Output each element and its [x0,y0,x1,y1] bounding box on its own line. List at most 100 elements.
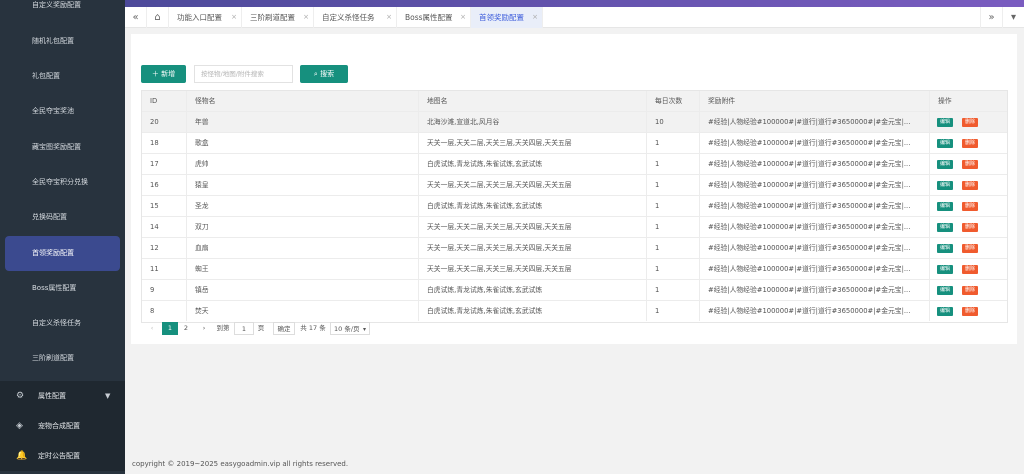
tab-kill-task[interactable]: 自定义杀怪任务 × [314,7,397,28]
diamond-icon: ◈ [16,421,23,431]
cell-count: 1 [646,259,699,279]
tab-function-entry[interactable]: 功能入口配置 × [169,7,242,28]
edit-button[interactable]: 编辑 [937,223,953,232]
cell-count: 1 [646,238,699,258]
table-row: 17 虎帅 白虎试炼,青龙试炼,朱雀试炼,玄武试炼 1 #经验|人物经验#100000#… [142,154,1007,175]
cell-name: 歌盒 [186,133,418,153]
table-row: 16 猿皇 天关一层,天关二层,天关三层,天关四层,天关五层 1 #经验|人物经验#10… [142,175,1007,196]
home-icon[interactable]: ⌂ [147,7,169,28]
edit-button[interactable]: 编辑 [937,160,953,169]
tabs-prev-icon[interactable]: « [125,7,147,28]
cell-attachment: #经验|人物经验#100000#|#道行|道行#3650000#|#金元宝|..… [699,112,929,132]
caret-down-icon: ▼ [105,392,111,400]
close-icon[interactable]: × [532,7,538,28]
cell-map: 天关一层,天关二层,天关三层,天关四层,天关五层 [418,259,646,279]
cell-attachment: #经验|人物经验#100000#|#道行|道行#3650000#|#金元宝|..… [699,238,929,258]
top-banner [125,0,1024,7]
table-row: 15 圣龙 白虎试炼,青龙试炼,朱雀试炼,玄武试炼 1 #经验|人物经验#100000#… [142,196,1007,217]
search-button[interactable]: ⌕ 搜索 [300,65,348,83]
delete-button[interactable]: 删除 [962,202,978,211]
delete-button[interactable]: 删除 [962,307,978,316]
sidebar-item-treasure-map[interactable]: 藏宝图奖励配置 [0,130,125,165]
search-input[interactable]: 按怪物/地图/附件搜索 [194,65,293,83]
edit-button[interactable]: 编辑 [937,265,953,274]
tab-label: 三阶刷道配置 [250,13,295,22]
sidebar: 自定义奖励配置 随机礼包配置 礼包配置 全民夺宝奖池 藏宝图奖励配置 全民夺宝积… [0,0,125,474]
data-table: ID 怪物名 地图名 每日次数 奖励附件 操作 20 年兽 北海沙滩,宣道北,风月谷… [141,90,1008,323]
close-icon[interactable]: × [303,7,309,28]
cell-attachment: #经验|人物经验#100000#|#道行|道行#3650000#|#金元宝|..… [699,301,929,321]
sidebar-item-treasure-pool[interactable]: 全民夺宝奖池 [0,94,125,129]
sidebar-item-points-exchange[interactable]: 全民夺宝积分兑换 [0,165,125,200]
delete-button[interactable]: 删除 [962,223,978,232]
sidebar-item-kill-task[interactable]: 自定义杀怪任务 [0,306,125,341]
edit-button[interactable]: 编辑 [937,286,953,295]
page-size-select[interactable]: 10 条/页 ▾ [330,322,370,335]
sidebar-item-gift[interactable]: 礼包配置 [0,59,125,94]
goto-input[interactable]: 1 [234,322,254,335]
cell-id: 11 [150,265,159,273]
edit-button[interactable]: 编辑 [937,181,953,190]
tab-boss-reward[interactable]: 首领奖励配置 × [471,7,543,28]
prev-page-icon[interactable]: ‹ [145,322,159,335]
sidebar-group-label: 宠物合成配置 [38,422,80,430]
edit-button[interactable]: 编辑 [937,139,953,148]
sidebar-group-attr[interactable]: ⚙ 属性配置 ▼ [0,381,125,411]
header-attachment: 奖励附件 [699,91,929,111]
cell-id: 17 [150,160,159,168]
header-name: 怪物名 [186,91,418,111]
sidebar-item-tier3[interactable]: 三阶刷道配置 [0,341,125,376]
cell-map: 白虎试炼,青龙试炼,朱雀试炼,玄武试炼 [418,301,646,321]
delete-button[interactable]: 删除 [962,244,978,253]
tab-boss-attr[interactable]: Boss属性配置 × [397,7,471,28]
cell-id: 9 [150,286,155,294]
page-2[interactable]: 2 [178,322,194,335]
close-icon[interactable]: × [386,7,392,28]
cell-ops: 编辑 删除 [929,133,1009,153]
cell-map: 白虎试炼,青龙试炼,朱雀试炼,玄武试炼 [418,196,646,216]
cell-ops: 编辑 删除 [929,196,1009,216]
table-row: 20 年兽 北海沙滩,宣道北,风月谷 10 #经验|人物经验#100000#|#道行|道… [142,112,1007,133]
cell-map: 天关一层,天关二层,天关三层,天关四层,天关五层 [418,238,646,258]
delete-button[interactable]: 删除 [962,160,978,169]
delete-button[interactable]: 删除 [962,265,978,274]
edit-button[interactable]: 编辑 [937,307,953,316]
sidebar-item-boss-attr[interactable]: Boss属性配置 [0,271,125,306]
add-button[interactable]: ＋ 新增 [141,65,186,83]
tab-tier3[interactable]: 三阶刷道配置 × [242,7,314,28]
sidebar-item-random-gift[interactable]: 随机礼包配置 [0,24,125,59]
goto-confirm-button[interactable]: 确定 [273,322,295,335]
cell-name: 蜘王 [186,259,418,279]
delete-button[interactable]: 删除 [962,118,978,127]
cell-attachment: #经验|人物经验#100000#|#道行|道行#3650000#|#金元宝|..… [699,133,929,153]
edit-button[interactable]: 编辑 [937,202,953,211]
cell-name: 圣龙 [186,196,418,216]
sidebar-item-boss-reward[interactable]: 首领奖励配置 [5,236,120,271]
sidebar-group-pet[interactable]: ◈ 宠物合成配置 [0,411,125,441]
header-map: 地图名 [418,91,646,111]
bell-icon: 🔔 [16,451,28,461]
delete-button[interactable]: 删除 [962,286,978,295]
tabs-next-icon[interactable]: » [980,7,1002,28]
header-ops: 操作 [929,91,1009,111]
cell-name: 焚天 [186,301,418,321]
sidebar-item-custom-reward[interactable]: 自定义奖励配置 [0,0,125,23]
tabs-menu-icon[interactable]: ▾ [1002,7,1024,28]
sidebar-item-redeem-code[interactable]: 兑换码配置 [0,200,125,235]
edit-button[interactable]: 编辑 [937,118,953,127]
edit-button[interactable]: 编辑 [937,244,953,253]
cell-attachment: #经验|人物经验#100000#|#道行|道行#3650000#|#金元宝|..… [699,196,929,216]
pagination: ‹ 1 2 › 到第 1 页 确定 共 17 条 10 条/页 ▾ [141,321,741,336]
next-page-icon[interactable]: › [197,322,211,335]
delete-button[interactable]: 删除 [962,181,978,190]
close-icon[interactable]: × [231,7,237,28]
page-1[interactable]: 1 [162,322,178,335]
cell-name: 年兽 [186,112,418,132]
cell-id: 20 [150,118,159,126]
sidebar-group-notice[interactable]: 🔔 定时公告配置 [0,441,125,471]
close-icon[interactable]: × [460,7,466,28]
tab-label: 首领奖励配置 [479,13,524,22]
delete-button[interactable]: 删除 [962,139,978,148]
cell-name: 猿皇 [186,175,418,195]
cell-ops: 编辑 删除 [929,154,1009,174]
